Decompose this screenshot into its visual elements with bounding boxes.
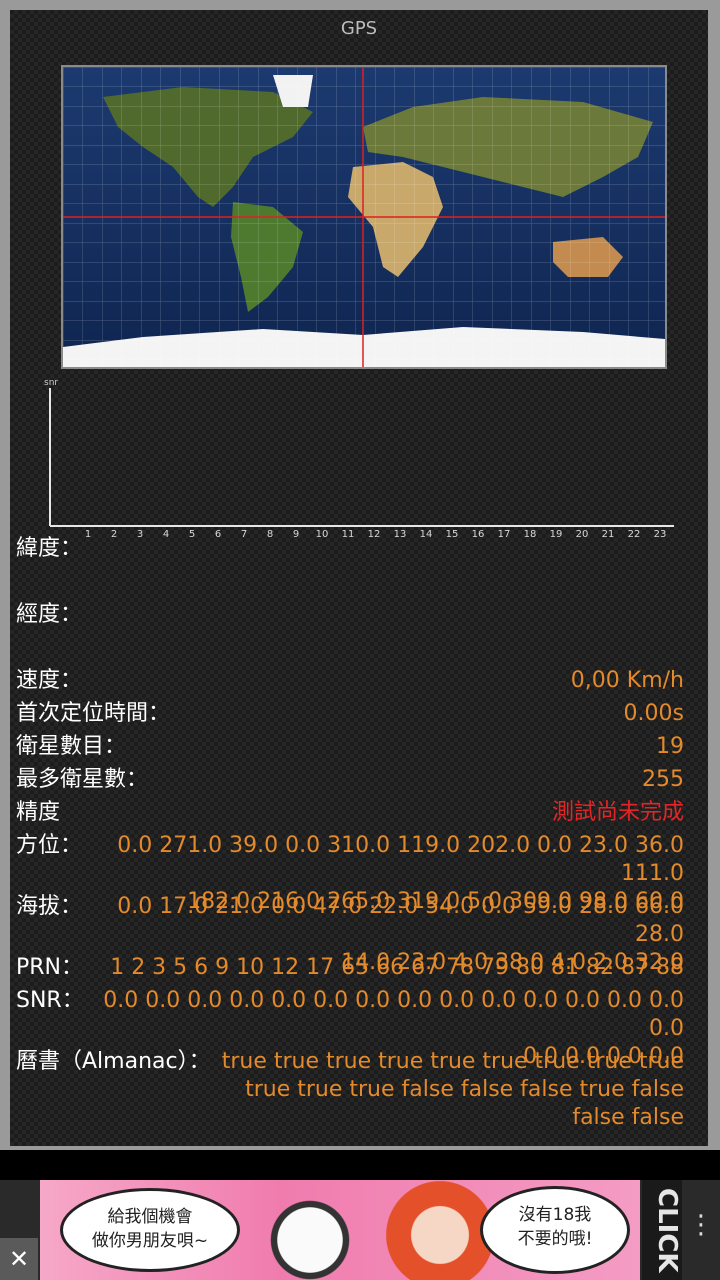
speed-value: 0,00 Km/h: [570, 668, 684, 693]
accuracy-label: 精度: [16, 800, 61, 825]
azimuth-line-1: 0.0 271.0 39.0 0.0 310.0 119.0 202.0 0.0…: [117, 833, 684, 886]
scrolled-content-strip: [0, 1150, 720, 1180]
almanac-value: true true true true true true true true …: [222, 1048, 684, 1132]
row-latitude: 緯度：: [16, 535, 684, 563]
almanac-line-1: true true true true true true true true …: [221, 1049, 684, 1074]
row-speed: 速度： 0,00 Km/h: [16, 667, 684, 695]
snr-chart-axes: [49, 388, 674, 527]
sat-count-value: 19: [656, 734, 684, 759]
ad-left-bubble: 給我個機會 做你男朋友唄~: [60, 1188, 240, 1272]
max-sats-value: 255: [642, 767, 684, 792]
row-almanac: 曆書（Almanac）： true true true true true tr…: [16, 1048, 684, 1132]
ad-right-bubble: 沒有18我 不要的哦!: [480, 1186, 630, 1274]
ad-banner-area[interactable]: 給我個機會 做你男朋友唄~ 沒有18我 不要的哦! ✕ CLICK ⋮: [0, 1180, 720, 1280]
almanac-label: 曆書（Almanac）：: [16, 1049, 211, 1074]
ad-click-label[interactable]: CLICK: [642, 1180, 682, 1280]
snr-label: SNR：: [16, 988, 84, 1013]
ad-close-button[interactable]: ✕: [0, 1238, 38, 1280]
elevation-label: 海拔：: [16, 894, 83, 919]
world-map: [61, 65, 667, 369]
ttff-value: 0.00s: [623, 701, 684, 726]
snr-chart: snr 1 2 3 4 5 6 7 8 9 10 11 12 13 14 15 16 17 18 19 20 21 22 2…: [38, 376, 688, 546]
ttff-label: 首次定位時間：: [16, 701, 171, 726]
row-prn: PRN： 1 2 3 5 6 9 10 12 17 65 66 67 78 79…: [16, 954, 684, 982]
accuracy-value: 測試尚未完成: [551, 800, 684, 825]
row-max-sats: 最多衛星數： 255: [16, 766, 684, 794]
row-ttff: 首次定位時間： 0.00s: [16, 700, 684, 728]
almanac-line-3: false false: [572, 1105, 684, 1130]
row-accuracy: 精度 測試尚未完成: [16, 799, 684, 827]
speed-label: 速度：: [16, 668, 83, 693]
sat-count-label: 衛星數目：: [16, 734, 127, 759]
almanac-line-2: true true true false false false true fa…: [245, 1077, 684, 1102]
row-sat-count: 衛星數目： 19: [16, 733, 684, 761]
max-sats-label: 最多衛星數：: [16, 767, 149, 792]
panda-character: [240, 1180, 380, 1280]
azimuth-label: 方位：: [16, 833, 83, 858]
page-title: GPS: [340, 18, 378, 39]
gps-panel: GPS snr 1 2 3 4 5 6 7 8 9 10 11 12 13 14…: [10, 10, 708, 1146]
prn-value: 1 2 3 5 6 9 10 12 17 65 66 67 78 79 80 8…: [110, 955, 684, 980]
ad-banner-image[interactable]: 給我個機會 做你男朋友唄~ 沒有18我 不要的哦!: [40, 1180, 640, 1280]
latitude-label: 緯度：: [16, 536, 83, 561]
ad-menu-icon[interactable]: ⋮: [682, 1210, 720, 1260]
prn-label: PRN：: [16, 955, 84, 980]
row-longitude: 經度：: [16, 601, 684, 629]
longitude-label: 經度：: [16, 602, 83, 627]
snr-line-1: 0.0 0.0 0.0 0.0 0.0 0.0 0.0 0.0 0.0 0.0 …: [103, 988, 684, 1041]
elevation-line-1: 0.0 17.0 21.0 0.0 47.0 22.0 54.0 0.0 59.…: [117, 894, 684, 947]
